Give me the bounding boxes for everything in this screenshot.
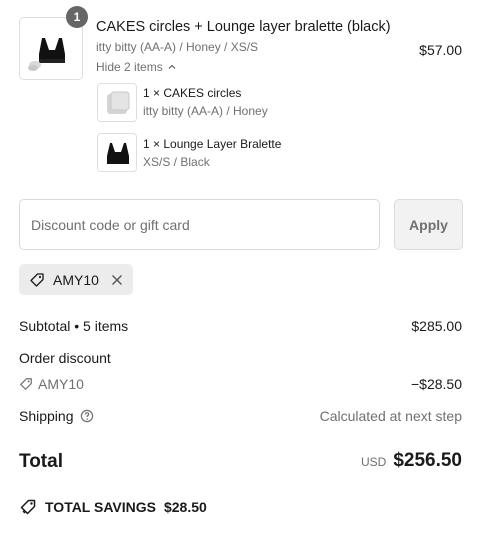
help-circle-icon[interactable]: [80, 409, 94, 423]
bundle-item-title: 1 × CAKES circles: [143, 86, 242, 100]
savings-label: TOTAL SAVINGS: [45, 499, 156, 515]
total-value-group: USD $256.50: [361, 450, 462, 472]
order-discount-code: AMY10: [19, 376, 84, 392]
chevron-up-icon: [167, 62, 177, 72]
product-price: $57.00: [419, 42, 462, 58]
currency-code: USD: [360, 455, 387, 469]
total-label: Total: [19, 451, 63, 472]
bundle-item-thumbnail: [97, 83, 137, 122]
hide-items-label: Hide 2 items: [96, 60, 163, 74]
apply-discount-button[interactable]: Apply: [394, 199, 463, 250]
total-amount: $256.50: [393, 450, 462, 471]
shipping-label: Shipping: [19, 408, 74, 424]
tag-icon: [29, 272, 45, 288]
savings-tag-icon: [19, 498, 37, 516]
subtotal-label: Subtotal • 5 items: [19, 318, 129, 334]
bundle-item-variant: itty bitty (AA-A) / Honey: [143, 104, 268, 118]
applied-discount-chip: AMY10: [19, 264, 133, 295]
product-title: CAKES circles + Lounge layer bralette (b…: [96, 19, 391, 35]
bundle-item-variant: XS/S / Black: [143, 155, 210, 169]
lounge-bralette-image: [98, 134, 136, 171]
order-discount-label: Order discount: [19, 350, 111, 366]
shipping-value: Calculated at next step: [319, 408, 462, 424]
bundle-item-thumbnail: [97, 133, 137, 172]
tag-icon: [19, 377, 33, 391]
close-icon: [111, 274, 122, 285]
hide-items-toggle[interactable]: Hide 2 items: [96, 60, 177, 74]
cakes-circles-image: [98, 84, 136, 121]
savings-value: $28.50: [163, 499, 207, 515]
order-discount-value: −$28.50: [411, 376, 462, 392]
subtotal-value: $285.00: [411, 318, 462, 334]
order-discount-code-text: AMY10: [38, 376, 84, 392]
applied-discount-code: AMY10: [53, 271, 99, 288]
remove-discount-button[interactable]: [111, 274, 123, 286]
discount-code-input[interactable]: [19, 199, 380, 250]
quantity-badge: 1: [66, 6, 88, 28]
total-savings: TOTAL SAVINGS $28.50: [19, 498, 207, 516]
shipping-row-label: Shipping: [19, 408, 94, 424]
bundle-item-title: 1 × Lounge Layer Bralette: [143, 137, 282, 151]
product-variant: itty bitty (AA-A) / Honey / XS/S: [96, 40, 259, 54]
